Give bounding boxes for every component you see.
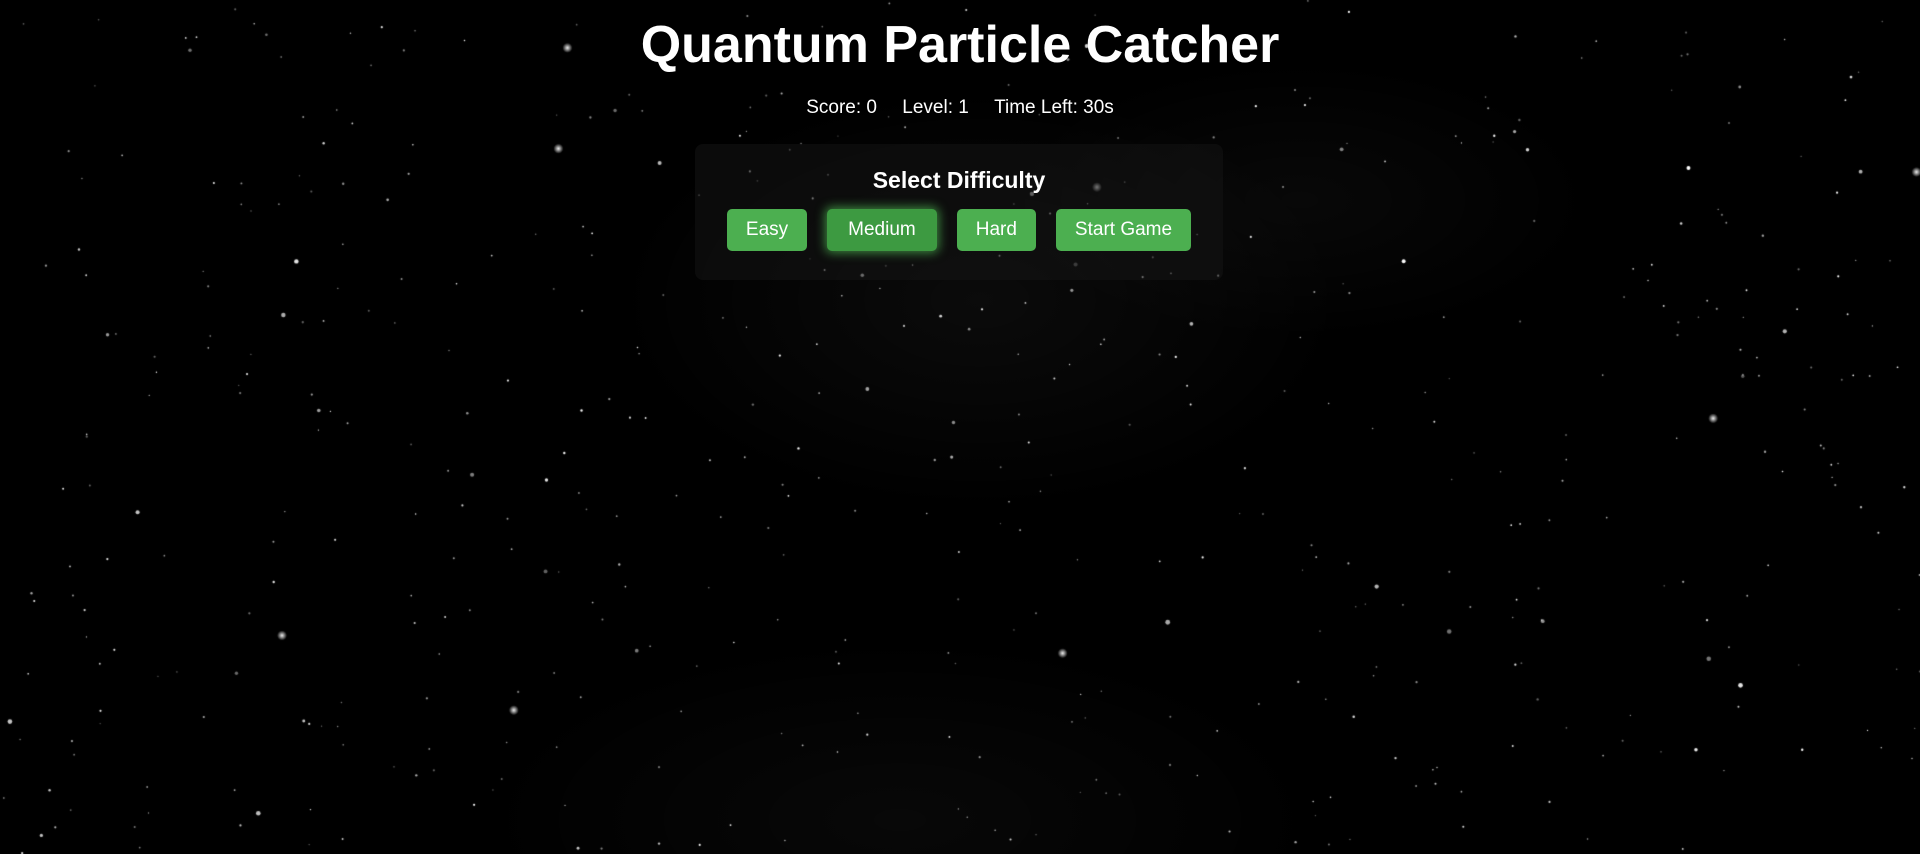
difficulty-buttons: Easy Medium Hard Start Game — [695, 209, 1223, 251]
time-left-display: Time Left: 30s — [994, 97, 1114, 118]
start-game-button[interactable]: Start Game — [1055, 209, 1192, 251]
stats-bar: Score: 0 Level: 1 Time Left: 30s — [0, 96, 1920, 120]
starfield-background — [0, 0, 1920, 854]
medium-button[interactable]: Medium — [827, 209, 937, 251]
difficulty-panel: Select Difficulty Easy Medium Hard Start Ga… — [695, 144, 1223, 280]
game-screen: Quantum Particle Catcher Score: 0 Level:… — [0, 0, 1920, 854]
score-display: Score: 0 — [806, 97, 877, 118]
game-title: Quantum Particle Catcher — [640, 16, 1280, 74]
easy-button[interactable]: Easy — [726, 209, 808, 251]
hard-button[interactable]: Hard — [956, 209, 1036, 251]
difficulty-heading: Select Difficulty — [872, 167, 1046, 193]
level-display: Level: 1 — [902, 97, 969, 118]
